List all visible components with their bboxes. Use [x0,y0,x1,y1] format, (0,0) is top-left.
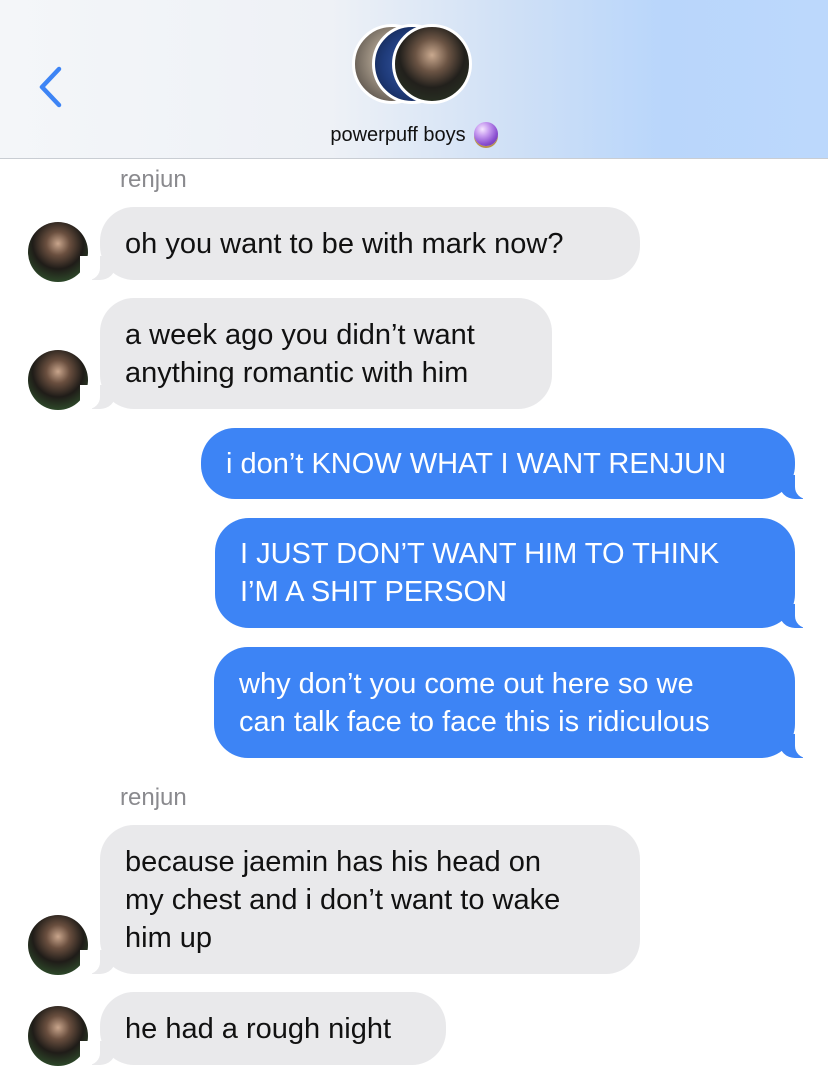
message-text-line: him up [125,921,213,954]
message-text-line: I’M A SHIT PERSON [240,576,507,608]
sender-name: renjun [120,784,187,811]
message-text-line: anything romantic with him [125,356,469,389]
message-bubble-incoming[interactable]: oh you want to be with mark now? [80,207,640,280]
back-button[interactable] [30,64,70,110]
sender-avatar[interactable] [28,915,88,975]
message-bubble-incoming[interactable]: he had a rough night [80,992,446,1065]
message-bubble-outgoing[interactable]: I JUST DON’T WANT HIM TO THINK I’M A SHI… [215,518,815,628]
message-bubble-incoming[interactable]: a week ago you didn’t want anything roma… [80,298,552,409]
crystal-ball-icon [473,122,498,146]
message-text-line: because jaemin has his head on [125,845,541,878]
message-text: oh you want to be with mark now? [125,227,564,260]
message-text-line: my chest and i don’t want to wake [125,883,561,916]
message-text-line: a week ago you didn’t want [125,318,475,351]
message-text: he had a rough night [125,1012,392,1045]
sender-name: renjun [120,166,187,193]
message-text-line: can talk face to face this is ridiculous [239,705,710,738]
chevron-left-icon [39,66,62,108]
sender-avatar[interactable] [28,1006,88,1066]
message-text: i don’t KNOW WHAT I WANT RENJUN [226,447,727,480]
group-name-text: powerpuff boys [330,124,466,146]
group-name[interactable]: powerpuff boys [0,121,828,149]
sender-avatar[interactable] [28,350,88,410]
group-member-avatar [392,24,472,104]
message-text-line: I JUST DON’T WANT HIM TO THINK [240,538,720,570]
conversation-header: powerpuff boys [0,0,828,159]
message-bubble-incoming[interactable]: because jaemin has his head on my chest … [80,825,640,974]
message-text-line: why don’t you come out here so we [239,667,694,700]
sender-avatar[interactable] [28,222,88,282]
message-bubble-outgoing[interactable]: i don’t KNOW WHAT I WANT RENJUN [201,428,815,499]
group-avatar-stack[interactable] [352,24,476,108]
message-bubble-outgoing[interactable]: why don’t you come out here so we can ta… [214,647,815,758]
